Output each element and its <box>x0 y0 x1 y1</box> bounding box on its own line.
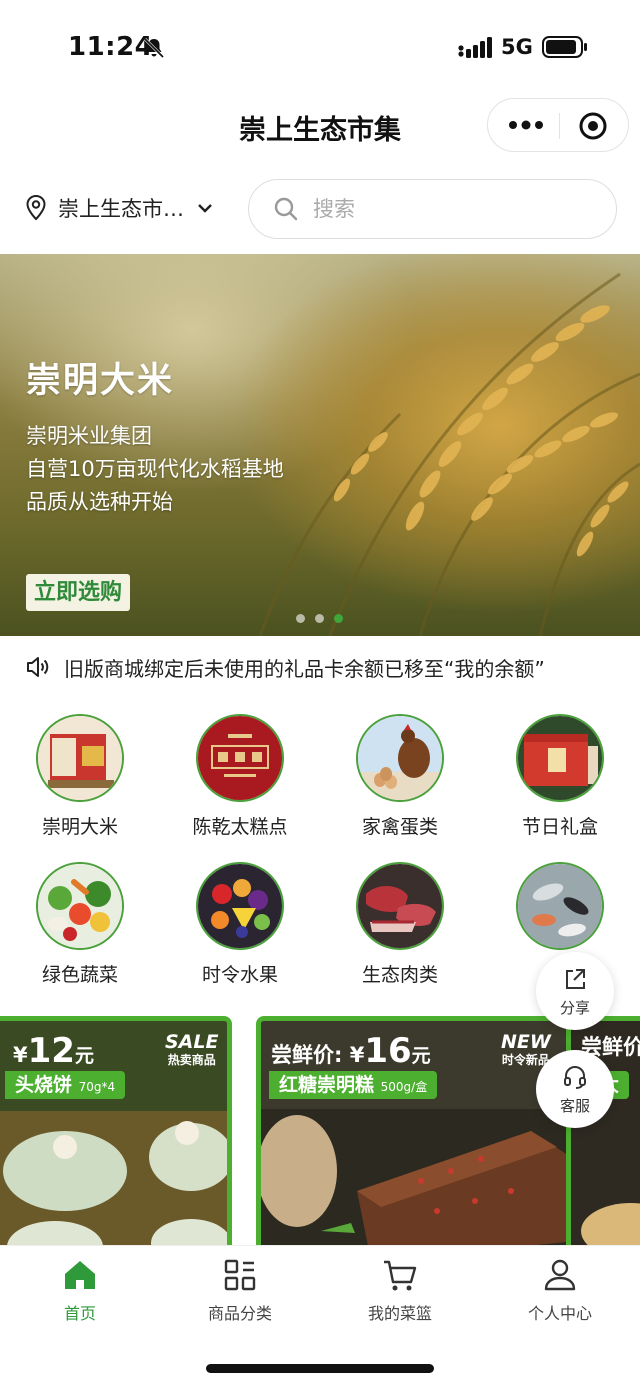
carousel-dot-active[interactable] <box>334 614 343 623</box>
tab-basket[interactable]: 我的菜篮 <box>320 1256 480 1324</box>
speaker-icon <box>27 657 49 677</box>
service-label: 客服 <box>559 1097 590 1115</box>
sale-tag: SALE 热卖商品 <box>165 1031 219 1067</box>
category-label: 节日礼盒 <box>521 816 598 838</box>
status-time: 11:24 <box>68 32 154 62</box>
home-icon <box>65 1261 95 1289</box>
search-icon <box>274 197 298 221</box>
user-icon <box>544 1259 576 1291</box>
location-pin-icon <box>26 194 46 221</box>
category-fruits[interactable]: 时令水果 <box>160 862 320 987</box>
meat-icon <box>356 862 444 950</box>
promo-name: 红糖崇明糕 500g/盒 <box>269 1071 438 1099</box>
close-target-icon[interactable] <box>578 111 608 141</box>
category-rice[interactable]: 崇明大米 <box>0 714 160 839</box>
category-vegetables[interactable]: 绿色蔬菜 <box>0 862 160 987</box>
shop-now-button[interactable]: 立即选购 <box>26 574 131 611</box>
share-icon <box>566 969 585 989</box>
cellular-signal-icon <box>458 37 492 58</box>
promo-banner[interactable]: 崇明大米 崇明米业集团 自营10万亩现代化水稻基地 品质从选种开始 立即选购 <box>0 254 640 636</box>
network-type: 5G <box>501 35 533 59</box>
promo-card-shaobing[interactable]: ¥12元 SALE 热卖商品 头烧饼 70g*4 <box>0 1016 232 1246</box>
tab-home[interactable]: 首页 <box>0 1256 160 1324</box>
chevron-down-icon <box>198 204 212 213</box>
rice-box-icon <box>36 714 124 802</box>
tab-label: 我的菜篮 <box>367 1304 432 1323</box>
category-pastry[interactable]: 陈乾太糕点 <box>160 714 320 839</box>
grid-icon <box>224 1259 256 1291</box>
tab-categories[interactable]: 商品分类 <box>160 1256 320 1324</box>
chicken-eggs-icon <box>356 714 444 802</box>
banner-line-base: 自营10万亩现代化水稻基地 <box>26 457 284 481</box>
promo-price: 尝鲜价: ¥16元 <box>271 1031 431 1071</box>
banner-line-quality: 品质从选种开始 <box>26 490 173 514</box>
status-bar: 11:24 5G <box>0 0 640 96</box>
search-box[interactable] <box>248 179 617 239</box>
category-label: 陈乾太糕点 <box>192 816 288 838</box>
category-gift-box[interactable]: 节日礼盒 <box>480 714 640 839</box>
capsule-divider <box>559 113 560 139</box>
more-dots-icon[interactable] <box>506 113 546 137</box>
banner-title: 崇明大米 <box>26 361 175 401</box>
search-input[interactable] <box>313 197 593 221</box>
vegetables-icon <box>36 862 124 950</box>
category-poultry-eggs[interactable]: 家禽蛋类 <box>320 714 480 839</box>
share-button[interactable]: 分享 <box>536 952 614 1030</box>
category-label: 家禽蛋类 <box>361 816 438 838</box>
carousel-dots <box>296 614 343 623</box>
seafood-icon <box>516 862 604 950</box>
tab-label: 个人中心 <box>527 1304 592 1323</box>
battery-icon <box>542 36 587 58</box>
gift-box-icon <box>516 714 604 802</box>
category-label: 生态肉类 <box>361 964 438 986</box>
promo-name: 头烧饼 70g*4 <box>5 1071 126 1099</box>
category-label: 时令水果 <box>201 964 278 986</box>
home-indicator <box>206 1364 434 1373</box>
promo-price: ¥12元 <box>13 1031 94 1071</box>
category-label: 崇明大米 <box>41 816 118 838</box>
fruits-icon <box>196 862 284 950</box>
promo-card-brown-sugar-cake[interactable]: 尝鲜价: ¥16元 NEW 时令新品 红糖崇明糕 500g/盒 <box>256 1016 572 1246</box>
notice-bar[interactable]: 旧版商城绑定后未使用的礼品卡余额已移至“我的余额” <box>0 636 640 698</box>
location-selector[interactable]: 崇上生态市… <box>24 190 214 226</box>
carousel-dot[interactable] <box>315 614 324 623</box>
headset-icon <box>564 1066 586 1089</box>
notice-text: 旧版商城绑定后未使用的礼品卡余额已移至“我的余额” <box>64 656 545 681</box>
carousel-dot[interactable] <box>296 614 305 623</box>
miniprogram-capsule <box>487 98 629 152</box>
tab-label: 商品分类 <box>207 1304 272 1323</box>
bell-muted-icon <box>143 37 165 59</box>
banner-line-company: 崇明米业集团 <box>26 424 152 448</box>
tab-profile[interactable]: 个人中心 <box>480 1256 640 1324</box>
tab-label: 首页 <box>63 1304 96 1323</box>
category-meat[interactable]: 生态肉类 <box>320 862 480 987</box>
customer-service-button[interactable]: 客服 <box>536 1050 614 1128</box>
cart-icon <box>384 1260 417 1291</box>
pastry-logo-icon <box>196 714 284 802</box>
share-label: 分享 <box>559 999 590 1017</box>
location-text: 崇上生态市… <box>58 197 184 221</box>
category-label: 绿色蔬菜 <box>41 964 118 986</box>
